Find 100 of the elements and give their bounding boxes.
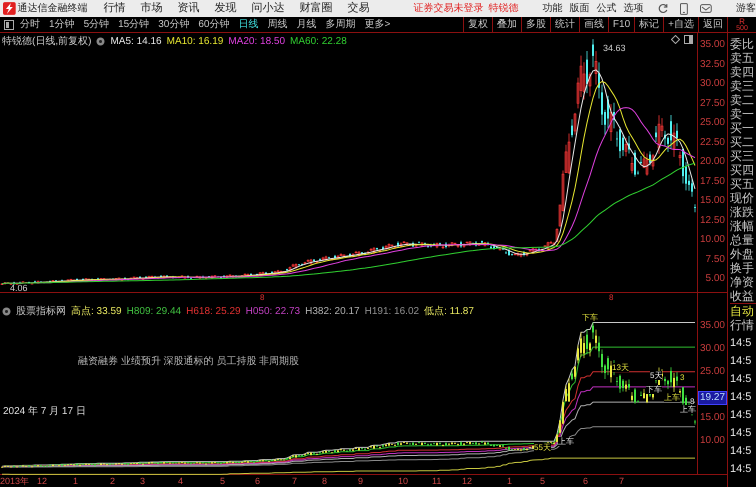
message-icon[interactable] — [700, 4, 712, 14]
quote-field-label: 卖三 — [730, 79, 755, 93]
time-axis-label: 7 — [619, 475, 624, 487]
quote-field-label: 换手 — [730, 261, 755, 275]
window-icon[interactable] — [684, 35, 693, 44]
period-tab[interactable]: 月线 — [296, 17, 316, 32]
quote-field-label: 买二 — [730, 135, 755, 149]
signal-label: 上车 — [680, 405, 696, 414]
quote-field-label: 卖五 — [730, 51, 755, 65]
price-tick-label: 35.00 — [700, 39, 725, 51]
time-axis-label: 12 — [37, 475, 48, 487]
price-tick-label: 25.00 — [700, 366, 725, 378]
time-axis-label: 4 — [178, 475, 184, 487]
stock-name: 特锐德 — [488, 2, 519, 16]
period-tab[interactable]: 5分钟 — [84, 17, 110, 32]
period-tab[interactable]: 30分钟 — [158, 17, 190, 32]
chart-tool-button[interactable]: 标记 — [634, 17, 664, 32]
price-tick-label: 17.50 — [700, 176, 725, 188]
quote-field-label: 买一 — [730, 121, 755, 135]
period-tab[interactable]: 1分钟 — [49, 17, 75, 32]
price-tick-label: 20.00 — [700, 156, 725, 168]
menu-item[interactable]: 公式 — [596, 1, 617, 16]
time-axis-label: 2 — [110, 475, 116, 487]
event-mark: 8 — [260, 292, 264, 304]
menu-item[interactable]: 选项 — [624, 1, 644, 16]
indicator-value: H191: 16.02 — [364, 305, 420, 319]
chart-tool-button[interactable]: 复权 — [462, 17, 492, 32]
refresh-icon[interactable] — [658, 3, 668, 14]
period-tab[interactable]: 15分钟 — [118, 17, 150, 32]
indicator-value: H382: 20.17 — [305, 305, 360, 319]
quote-field-label: 总量 — [730, 233, 755, 247]
price-tick-label: 12.50 — [700, 214, 725, 226]
indicator-value: H618: 25.29 — [186, 305, 241, 319]
period-tab[interactable]: 分时 — [20, 17, 40, 32]
trade-time: 14:5 — [730, 354, 752, 369]
peak-price-label: 34.63 — [603, 42, 626, 55]
price-tick-label: 7.50 — [706, 254, 725, 266]
settings-icon[interactable] — [2, 307, 11, 316]
mode-label[interactable]: 自动 — [730, 303, 756, 318]
menu-item[interactable]: 功能 — [542, 1, 563, 16]
indicator-value: 低点: 11.87 — [424, 304, 474, 319]
time-axis-label: 8 — [322, 475, 328, 487]
menu-item[interactable]: 市场 — [140, 0, 163, 17]
date-label: 2024 年 7 月 17 日 — [3, 405, 86, 419]
user-label[interactable]: 游客 — [736, 1, 756, 16]
login-status[interactable]: 证券交易未登录 — [414, 1, 484, 16]
indicator-value: 高点: 33.59 — [71, 304, 122, 319]
menu-item[interactable]: 财富圈 — [300, 0, 333, 17]
period-tab[interactable]: 更多> — [364, 17, 390, 32]
time-axis-label: 7 — [292, 475, 298, 487]
period-tab[interactable]: 周线 — [268, 17, 288, 32]
chart-tool-button[interactable]: +自选 — [663, 17, 698, 32]
logo-icon[interactable] — [3, 2, 16, 15]
period-tab[interactable]: 60分钟 — [198, 17, 230, 32]
menu-item[interactable]: 版面 — [570, 1, 590, 16]
time-axis-label: 6 — [255, 475, 260, 487]
chart-tool-button[interactable]: 统计 — [550, 17, 579, 32]
trade-time: 14:5 — [730, 372, 752, 387]
signal-label: 下车 — [582, 313, 598, 322]
price-tick-label: 5.00 — [706, 273, 725, 285]
settings-icon[interactable] — [96, 37, 106, 46]
chart-title: 特锐德(日线,前复权) — [2, 34, 92, 49]
moving-average-value: MA5: 14.16 — [110, 35, 162, 49]
quote-field-label: 买五 — [730, 177, 755, 191]
quote-field-label: 卖四 — [730, 65, 755, 79]
panel-toggle-icon[interactable] — [4, 20, 14, 30]
badge-letter: R — [739, 18, 745, 24]
indicator-value: H809: 29.44 — [126, 305, 182, 319]
quote-field-label: 现价 — [730, 191, 755, 205]
price-tick-label: 15.00 — [700, 195, 725, 207]
signal-label: 5天 — [650, 371, 662, 380]
price-tick-label: 10.00 — [700, 435, 725, 447]
menu-item[interactable]: 交易 — [348, 0, 370, 17]
moving-average-value: MA10: 16.19 — [166, 35, 224, 49]
time-axis-label: 12 — [462, 475, 472, 487]
diamond-icon[interactable] — [671, 35, 680, 44]
time-axis-label: 6 — [583, 475, 588, 487]
quote-field-label: 净资 — [730, 275, 755, 289]
period-tab[interactable]: 日线 — [238, 17, 258, 32]
phone-icon[interactable] — [680, 2, 688, 14]
period-tab[interactable]: 多周期 — [326, 17, 356, 32]
price-tick-label: 22.50 — [700, 136, 725, 148]
moving-average-value: MA60: 22.28 — [290, 35, 347, 49]
app-title: 通达信金融终端 — [18, 2, 88, 14]
menu-item[interactable]: 问小达 — [252, 0, 285, 17]
chart-tool-button[interactable]: 返回 — [698, 17, 727, 32]
chart-tool-button[interactable]: 叠加 — [492, 17, 521, 32]
time-axis-label: 3 — [140, 475, 146, 487]
signal-label: 13天 — [612, 363, 629, 372]
quote-field-label: 买三 — [730, 149, 755, 163]
time-axis-label: 5 — [540, 475, 546, 487]
chart-tool-button[interactable]: 画线 — [578, 17, 608, 32]
menu-item[interactable]: 发现 — [214, 0, 237, 17]
chart-tool-button[interactable]: F10 — [608, 17, 634, 32]
quote-field-label: 买四 — [730, 163, 755, 177]
chart-tool-button[interactable]: 多股 — [520, 17, 550, 32]
menu-item[interactable]: 行情 — [104, 0, 126, 17]
menu-item[interactable]: 资讯 — [178, 0, 200, 17]
indicator-value: H050: 22.73 — [246, 305, 300, 319]
quote-field-label: 涨幅 — [730, 219, 755, 233]
